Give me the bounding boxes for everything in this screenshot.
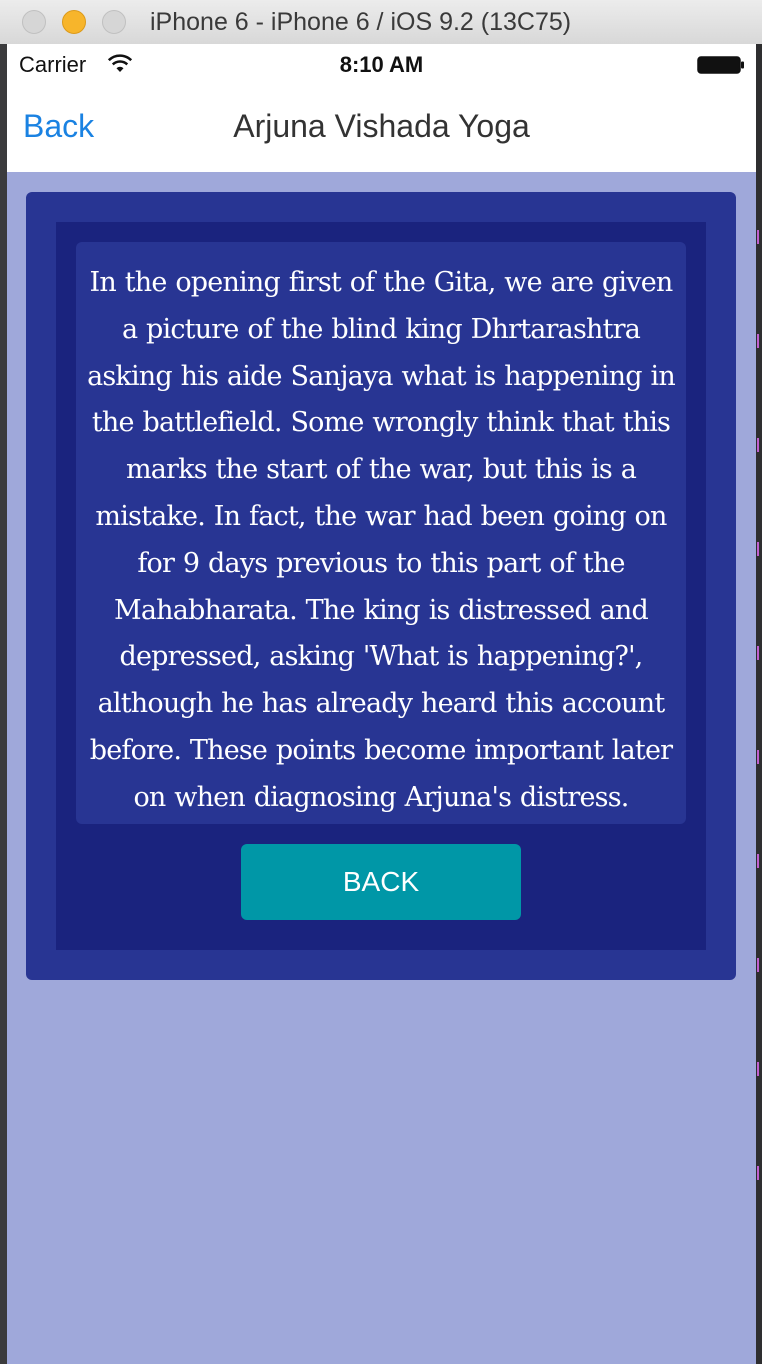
- status-time: 8:10 AM: [339, 52, 424, 77]
- background-left-strip: [0, 44, 7, 1364]
- window-title: iPhone 6 - iPhone 6 / iOS 9.2 (13C75): [150, 8, 572, 36]
- back-button[interactable]: BACK: [241, 844, 521, 920]
- simulator-window: iPhone 6 - iPhone 6 / iOS 9.2 (13C75) Ca…: [0, 0, 762, 1364]
- device-screen: Carrier 8:10 AM Back Arjuna Vishada Yoga…: [7, 44, 756, 1364]
- minimize-window-button[interactable]: [62, 10, 86, 34]
- background-right-strip: [756, 44, 762, 1364]
- zoom-window-button[interactable]: [102, 10, 126, 34]
- description-panel: In the opening first of the Gita, we are…: [76, 242, 686, 824]
- window-titlebar: iPhone 6 - iPhone 6 / iOS 9.2 (13C75): [0, 0, 762, 45]
- status-bar: Carrier 8:10 AM: [7, 44, 756, 84]
- content-card: In the opening first of the Gita, we are…: [26, 192, 736, 980]
- navigation-bar: Back Arjuna Vishada Yoga: [7, 84, 756, 172]
- content-card-inner: In the opening first of the Gita, we are…: [56, 222, 706, 950]
- close-window-button[interactable]: [22, 10, 46, 34]
- description-text: In the opening first of the Gita, we are…: [87, 267, 676, 813]
- page-title: Arjuna Vishada Yoga: [233, 108, 530, 144]
- battery-icon: [697, 56, 744, 74]
